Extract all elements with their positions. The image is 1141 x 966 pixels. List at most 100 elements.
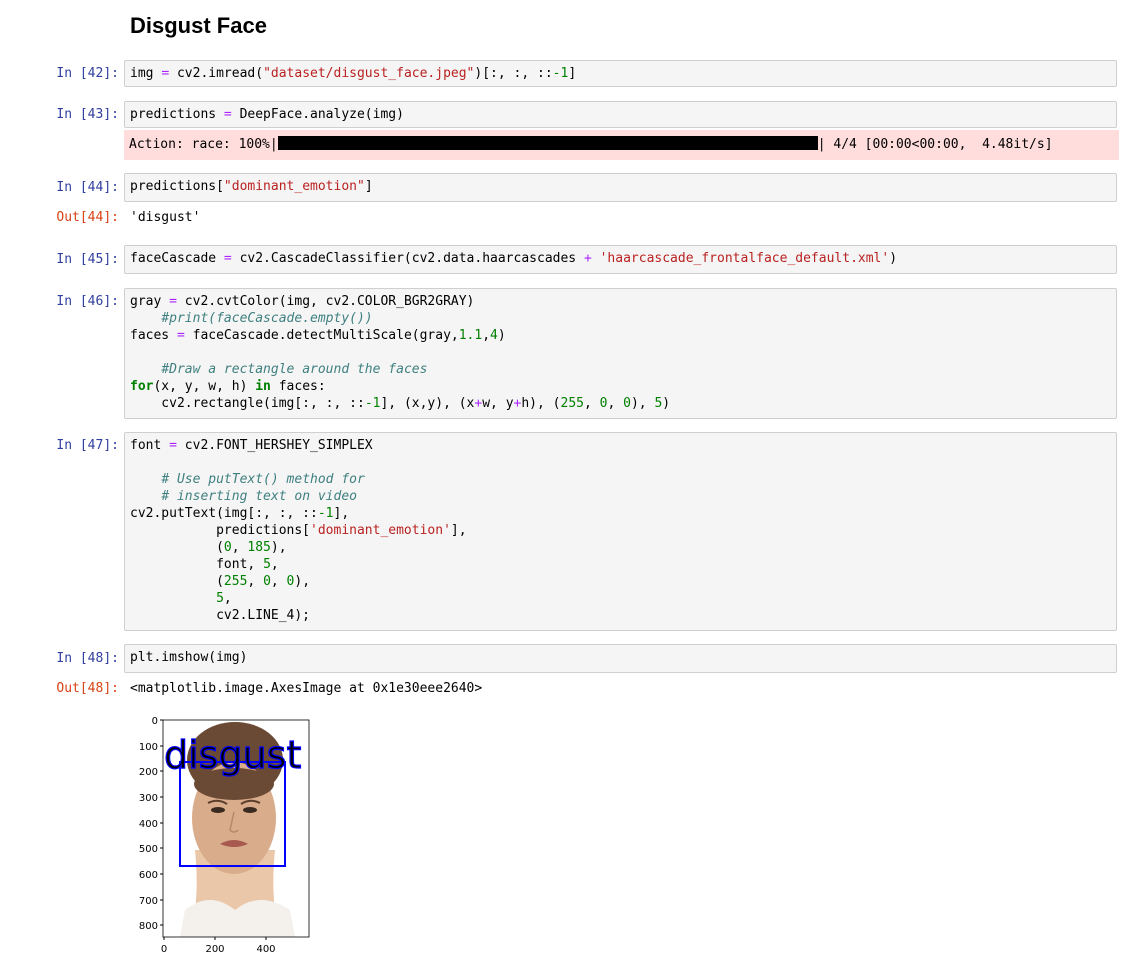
x-tick-label: 200 bbox=[205, 944, 224, 955]
code-token: # inserting text on video bbox=[161, 489, 357, 504]
code-token: #print(faceCascade.empty()) bbox=[161, 311, 373, 326]
code-token: ) bbox=[889, 251, 898, 266]
code-token: 5 bbox=[216, 591, 224, 606]
code-token: 0 bbox=[263, 574, 271, 589]
code-token: faceCascade bbox=[130, 251, 224, 266]
code-token: , bbox=[482, 328, 491, 343]
y-tick-label: 200 bbox=[139, 767, 158, 778]
code-token: = bbox=[223, 107, 232, 122]
input-prompt: In [43]: bbox=[56, 107, 119, 122]
stderr-output: Action: race: 100%| | 4/4 [00:00<00:00, 4… bbox=[124, 130, 1119, 160]
code-token: font bbox=[130, 438, 170, 453]
output-prompt: Out[48]: bbox=[56, 681, 119, 696]
progress-bar bbox=[277, 136, 818, 150]
code-token: 185 bbox=[247, 540, 271, 555]
y-tick-label: 600 bbox=[139, 870, 158, 881]
output-text: 'disgust' bbox=[130, 210, 201, 225]
code-token: ), bbox=[630, 396, 655, 411]
code-text[interactable]: predictions["dominant_emotion"] bbox=[125, 174, 1116, 199]
code-token: ( bbox=[130, 574, 224, 589]
code-input[interactable]: gray = cv2.cvtColor(img, cv2.COLOR_BGR2G… bbox=[124, 288, 1117, 419]
y-axis: 0 100 200 300 400 500 600 700 800 bbox=[139, 716, 163, 932]
code-token: "dataset/disgust_face.jpeg" bbox=[263, 66, 475, 81]
code-token: ] bbox=[364, 179, 373, 194]
code-token: ) bbox=[497, 328, 506, 343]
code-token: -1 bbox=[552, 66, 569, 81]
code-input[interactable]: font = cv2.FONT_HERSHEY_SIMPLEX # Use pu… bbox=[124, 432, 1117, 631]
code-input[interactable]: img = cv2.imread("dataset/disgust_face.j… bbox=[124, 60, 1117, 87]
code-token: 255 bbox=[223, 574, 248, 589]
code-text[interactable]: plt.imshow(img) bbox=[125, 645, 1116, 670]
code-token: = bbox=[169, 438, 177, 453]
code-token: plt.imshow(img) bbox=[130, 650, 248, 665]
code-token: predictions[ bbox=[130, 523, 311, 538]
code-token: cv2.rectangle(img[:, :, :: bbox=[130, 396, 365, 411]
code-token: (x, y, w, h) bbox=[153, 379, 256, 394]
code-token: faces: bbox=[270, 379, 326, 394]
output-text: <matplotlib.image.AxesImage at 0x1e30eee… bbox=[130, 681, 483, 696]
code-token: in bbox=[255, 379, 271, 394]
input-prompt: In [47]: bbox=[56, 438, 119, 453]
code-token: faces bbox=[130, 328, 177, 343]
section-heading: Disgust Face bbox=[130, 13, 267, 38]
matplotlib-figure: disgust 0 100 200 300 400 500 600 700 80… bbox=[130, 710, 330, 962]
code-token: ], bbox=[333, 506, 350, 521]
code-text[interactable]: font = cv2.FONT_HERSHEY_SIMPLEX # Use pu… bbox=[125, 433, 1116, 628]
code-text[interactable]: img = cv2.imread("dataset/disgust_face.j… bbox=[125, 61, 1116, 86]
code-token: = bbox=[223, 251, 232, 266]
code-token: faceCascade.detectMultiScale(gray, bbox=[184, 328, 459, 343]
code-token: 4 bbox=[490, 328, 498, 343]
code-token: cv2.LINE_4); bbox=[130, 608, 311, 623]
code-text[interactable]: predictions = DeepFace.analyze(img) bbox=[125, 102, 1116, 127]
code-input[interactable]: predictions = DeepFace.analyze(img) bbox=[124, 101, 1117, 128]
code-token: cv2.FONT_HERSHEY_SIMPLEX bbox=[176, 438, 373, 453]
y-tick-label: 400 bbox=[139, 819, 158, 830]
code-input[interactable]: plt.imshow(img) bbox=[124, 644, 1117, 673]
code-token: cv2.putText(img[:, :, :: bbox=[130, 506, 318, 521]
code-text[interactable]: faceCascade = cv2.CascadeClassifier(cv2.… bbox=[125, 246, 1116, 271]
code-token: 'haarcascade_frontalface_default.xml' bbox=[599, 251, 890, 266]
code-token: cv2.cvtColor(img, cv2.COLOR_BGR2GRAY) bbox=[176, 294, 475, 309]
y-tick-label: 500 bbox=[139, 844, 158, 855]
code-token: h), ( bbox=[521, 396, 561, 411]
emotion-overlay-text: disgust bbox=[164, 733, 301, 777]
code-token: predictions[ bbox=[130, 179, 224, 194]
code-token: img bbox=[130, 66, 162, 81]
code-token: ], (x,y), (x bbox=[380, 396, 475, 411]
output-prompt: Out[44]: bbox=[56, 210, 119, 225]
code-token: , bbox=[607, 396, 624, 411]
code-token: ) bbox=[662, 396, 671, 411]
code-token: gray bbox=[130, 294, 170, 309]
code-token: DeepFace.analyze(img) bbox=[231, 107, 404, 122]
code-token: 255 bbox=[560, 396, 584, 411]
progress-prefix: Action: race: 100%| bbox=[129, 137, 278, 152]
notebook-page: Disgust Face In [42]: img = cv2.imread("… bbox=[0, 0, 1141, 964]
input-prompt: In [46]: bbox=[56, 294, 119, 309]
input-prompt: In [45]: bbox=[56, 252, 119, 267]
code-token: cv2.CascadeClassifier(cv2.data.haarcasca… bbox=[231, 251, 584, 266]
code-token: , bbox=[270, 557, 279, 572]
x-tick-label: 400 bbox=[256, 944, 275, 955]
code-token: , bbox=[247, 574, 264, 589]
progress-suffix: | 4/4 [00:00<00:00, 4.48it/s] bbox=[817, 137, 1053, 152]
code-token: )[:, :, :: bbox=[474, 66, 553, 81]
code-token: #Draw a rectangle around the faces bbox=[161, 362, 428, 377]
code-token: ] bbox=[568, 66, 577, 81]
code-token: -1 bbox=[317, 506, 334, 521]
code-input[interactable]: faceCascade = cv2.CascadeClassifier(cv2.… bbox=[124, 245, 1117, 274]
code-token: ( bbox=[130, 540, 224, 555]
code-token: ), bbox=[294, 574, 311, 589]
y-tick-label: 700 bbox=[139, 896, 158, 907]
code-token: # Use putText() method for bbox=[161, 472, 365, 487]
y-tick-label: 300 bbox=[139, 793, 158, 804]
code-token: w, y bbox=[482, 396, 514, 411]
code-input[interactable]: predictions["dominant_emotion"] bbox=[124, 173, 1117, 202]
code-token: , bbox=[583, 396, 600, 411]
code-text[interactable]: gray = cv2.cvtColor(img, cv2.COLOR_BGR2G… bbox=[125, 289, 1116, 416]
y-tick-label: 100 bbox=[139, 742, 158, 753]
code-token: ), bbox=[270, 540, 287, 555]
